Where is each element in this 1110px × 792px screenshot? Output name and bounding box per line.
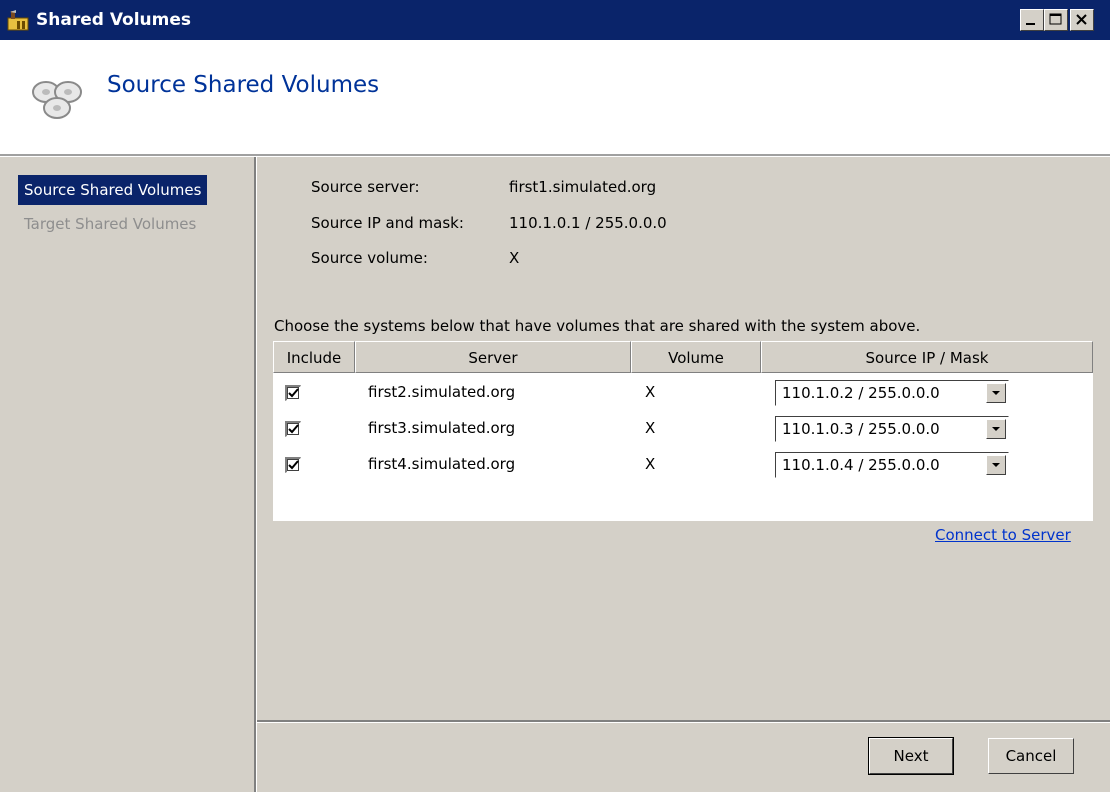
cancel-button[interactable]: Cancel — [988, 738, 1074, 774]
connect-to-server-link[interactable]: Connect to Server — [935, 526, 1071, 544]
main-panel: Source server: first1.simulated.org Sour… — [257, 157, 1110, 792]
shared-systems-table: Include Server Volume Source IP / Mask f… — [273, 341, 1093, 521]
minimize-button[interactable] — [1020, 9, 1044, 31]
column-header-source-ip-mask[interactable]: Source IP / Mask — [761, 341, 1093, 373]
sidebar-item-source-shared-volumes[interactable]: Source Shared Volumes — [18, 175, 208, 205]
table-row: first4.simulated.org X 110.1.0.4 / 255.0… — [273, 447, 1093, 483]
server-cell: first3.simulated.org — [368, 419, 516, 437]
window-title: Shared Volumes — [36, 10, 192, 30]
volume-cell: X — [645, 383, 656, 401]
page-title: Source Shared Volumes — [107, 72, 380, 98]
shared-volumes-icon — [22, 70, 96, 130]
chevron-down-icon[interactable] — [986, 419, 1006, 439]
app-icon — [6, 8, 30, 32]
include-checkbox[interactable] — [285, 457, 301, 473]
chevron-down-icon[interactable] — [986, 383, 1006, 403]
ip-mask-dropdown[interactable]: 110.1.0.4 / 255.0.0.0 — [775, 452, 1009, 478]
column-header-server[interactable]: Server — [355, 341, 631, 373]
source-server-value: first1.simulated.org — [509, 178, 657, 196]
column-header-include[interactable]: Include — [273, 341, 355, 373]
wizard-steps-sidebar: Source Shared Volumes Target Shared Volu… — [0, 157, 254, 792]
volume-cell: X — [645, 419, 656, 437]
maximize-button[interactable] — [1044, 9, 1068, 31]
server-cell: first4.simulated.org — [368, 455, 516, 473]
source-ip-label: Source IP and mask: — [311, 214, 464, 232]
table-row: first2.simulated.org X 110.1.0.2 / 255.0… — [273, 375, 1093, 411]
include-checkbox[interactable] — [285, 385, 301, 401]
ip-mask-dropdown[interactable]: 110.1.0.2 / 255.0.0.0 — [775, 380, 1009, 406]
footer-divider — [257, 720, 1110, 723]
next-button[interactable]: Next — [868, 737, 954, 775]
wizard-header: Source Shared Volumes — [0, 40, 1110, 154]
chevron-down-icon[interactable] — [986, 455, 1006, 475]
source-volume-value: X — [509, 249, 520, 267]
close-button[interactable] — [1070, 9, 1094, 31]
instructions-text: Choose the systems below that have volum… — [274, 317, 921, 335]
column-header-volume[interactable]: Volume — [631, 341, 761, 373]
include-checkbox[interactable] — [285, 421, 301, 437]
ip-mask-value: 110.1.0.3 / 255.0.0.0 — [782, 420, 940, 438]
ip-mask-value: 110.1.0.2 / 255.0.0.0 — [782, 384, 940, 402]
table-row: first3.simulated.org X 110.1.0.3 / 255.0… — [273, 411, 1093, 447]
server-cell: first2.simulated.org — [368, 383, 516, 401]
volume-cell: X — [645, 455, 656, 473]
source-volume-label: Source volume: — [311, 249, 428, 267]
title-bar[interactable]: Shared Volumes — [0, 0, 1110, 40]
ip-mask-dropdown[interactable]: 110.1.0.3 / 255.0.0.0 — [775, 416, 1009, 442]
sidebar-item-target-shared-volumes: Target Shared Volumes — [24, 215, 197, 233]
shared-volumes-window: Shared Volumes Source Shared Volumes Sou — [0, 0, 1110, 792]
source-ip-value: 110.1.0.1 / 255.0.0.0 — [509, 214, 667, 232]
ip-mask-value: 110.1.0.4 / 255.0.0.0 — [782, 456, 940, 474]
source-server-label: Source server: — [311, 178, 420, 196]
